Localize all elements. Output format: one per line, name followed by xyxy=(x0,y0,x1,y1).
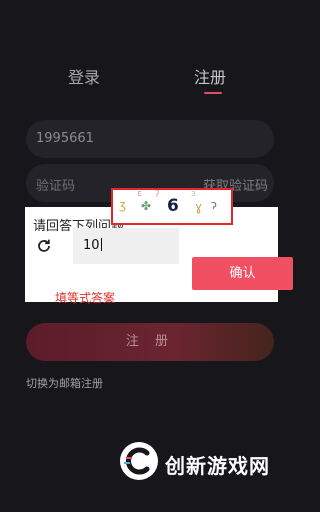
text-caret xyxy=(100,238,102,251)
captcha-answer-value: 10 xyxy=(83,238,100,253)
switch-email-link[interactable]: 切换为邮箱注册 xyxy=(26,375,103,391)
refresh-icon[interactable] xyxy=(36,238,52,254)
captcha-answer-input[interactable]: 10 xyxy=(73,228,179,264)
captcha-dialog: 请回答下列问题 ʒ ɛ ✤ ʔ 6 ɜ ɣ ɂ 10 确认 xyxy=(25,188,293,302)
captcha-digit: 6 xyxy=(167,196,179,216)
register-button[interactable]: 注 册 xyxy=(26,323,274,361)
captcha-noise: ʒ xyxy=(119,198,126,212)
phone-value: 1995661 xyxy=(36,131,94,146)
tab-register[interactable]: 注册 xyxy=(194,64,226,88)
captcha-noise: ✤ xyxy=(141,199,152,213)
captcha-noise: ɂ xyxy=(211,198,217,212)
captcha-noise: ɛ xyxy=(137,189,142,199)
captcha-image: ʒ ɛ ✤ ʔ 6 ɜ ɣ ɂ xyxy=(111,188,233,225)
confirm-button[interactable]: 确认 xyxy=(192,257,293,290)
watermark-text: 创新游戏网 xyxy=(165,454,270,478)
phone-field[interactable]: 1995661 xyxy=(26,120,274,158)
code-placeholder: 验证码 xyxy=(36,179,76,194)
captcha-noise: ɣ xyxy=(195,200,203,214)
watermark-logo-icon xyxy=(118,440,160,482)
tab-active-indicator xyxy=(204,92,222,94)
answer-hint-annotation: 填等式答案 xyxy=(55,291,116,305)
captcha-noise: ʔ xyxy=(155,190,160,200)
captcha-noise: ɜ xyxy=(191,189,196,199)
tab-login[interactable]: 登录 xyxy=(68,64,100,88)
